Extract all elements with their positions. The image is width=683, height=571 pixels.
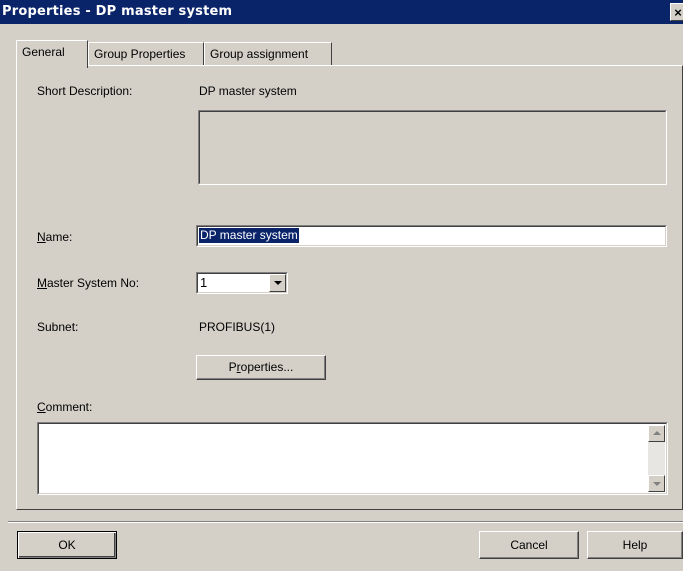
comment-label: Comment: [37,400,92,414]
tab-group-properties[interactable]: Group Properties [88,42,204,66]
ok-button[interactable]: OK [17,531,117,559]
arrow-up-icon [653,431,661,435]
chevron-down-icon [274,281,282,285]
tab-group-assignment[interactable]: Group assignment [204,42,332,66]
short-description-box [198,110,667,185]
master-system-no-label: Master System No: [37,276,139,290]
help-button[interactable]: Help [587,531,683,559]
comment-scrollbar[interactable] [648,425,665,492]
ok-button-label: OK [58,538,76,552]
cancel-button-label: Cancel [510,538,548,552]
dropdown-button[interactable] [269,274,286,292]
properties-btn-post: operties... [240,360,294,374]
subnet-value: PROFIBUS(1) [199,320,276,334]
properties-btn-pre: P [228,360,237,374]
name-label: Name: [37,230,72,244]
master-no-label-text: aster System No: [47,276,140,290]
comment-textarea[interactable] [37,422,668,495]
close-button[interactable]: × [670,3,683,21]
scroll-down-button[interactable] [648,475,665,492]
scroll-up-button[interactable] [648,425,665,442]
tab-strip: General Group Properties Group assignmen… [16,40,676,68]
short-description-label: Short Description: [37,84,133,98]
tab-group-properties-label: Group Properties [94,47,186,61]
arrow-down-icon [653,482,661,486]
title-bar[interactable]: Properties - DP master system [0,0,683,24]
comment-label-text: omment: [45,400,93,414]
name-field[interactable]: DP master system [196,225,667,247]
subnet-properties-button[interactable]: Properties... [196,355,326,380]
help-button-label: Help [622,538,648,552]
footer-separator [8,521,683,523]
short-description-value: DP master system [199,84,297,98]
master-no-label-accel: M [37,276,47,290]
tab-group-assignment-label: Group assignment [210,47,309,61]
name-field-value: DP master system [199,228,299,243]
window-title: Properties - DP master system [2,4,233,19]
tab-general-label: General [22,45,65,59]
comment-label-accel: C [37,400,46,414]
name-label-accel: N [37,230,46,244]
cancel-button[interactable]: Cancel [479,531,579,559]
tab-general[interactable]: General [16,40,88,68]
master-system-no-value: 1 [200,275,208,290]
master-system-no-select[interactable]: 1 [196,272,288,294]
close-icon: × [674,5,682,20]
name-label-text: ame: [45,230,73,244]
subnet-label: Subnet: [37,320,79,334]
